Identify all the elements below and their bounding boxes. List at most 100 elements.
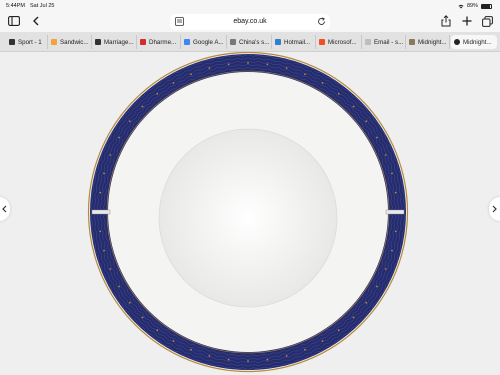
rim-gold-dot bbox=[208, 67, 211, 69]
page-content bbox=[0, 52, 500, 375]
hotmail-favicon bbox=[275, 39, 281, 45]
rim-gold-dot bbox=[172, 82, 175, 84]
tab-overview-button[interactable] bbox=[479, 13, 495, 29]
sidebar-button[interactable] bbox=[6, 13, 22, 29]
rim-marker-right bbox=[385, 209, 405, 215]
share-icon bbox=[441, 15, 451, 27]
status-indicators: 89% bbox=[458, 3, 492, 9]
rim-gold-dot bbox=[321, 82, 324, 84]
tab-label: Google A... bbox=[193, 38, 224, 46]
rim-gold-dot bbox=[391, 249, 393, 252]
rim-gold-dot bbox=[365, 120, 368, 123]
tab-sandwich[interactable]: Sandwic... bbox=[48, 35, 92, 49]
tab-label: Marriage... bbox=[104, 38, 134, 46]
rim-gold-dot bbox=[103, 249, 105, 252]
tab-label: Dharme... bbox=[149, 38, 177, 46]
status-time: 5:44PM bbox=[6, 3, 25, 9]
rim-gold-dot bbox=[156, 329, 159, 332]
back-button[interactable] bbox=[28, 13, 44, 29]
rim-gold-dot bbox=[118, 136, 120, 139]
rim-gold-dot bbox=[266, 358, 269, 361]
rim-gold-dot bbox=[337, 329, 340, 332]
chevron-right-icon bbox=[492, 205, 497, 213]
tab-sport[interactable]: Sport - 1 bbox=[6, 35, 48, 49]
midnight-favicon bbox=[409, 39, 415, 45]
battery-icon bbox=[481, 3, 492, 9]
rim-gold-dot bbox=[99, 191, 102, 194]
tab-label: China's s... bbox=[239, 38, 270, 46]
tab-label: Sport - 1 bbox=[18, 38, 42, 46]
rim-gold-dot bbox=[156, 92, 159, 95]
rim-gold-dot bbox=[99, 230, 102, 233]
tab-label: Microsof... bbox=[328, 38, 357, 46]
tab-midnight-active[interactable]: Midnight... bbox=[451, 35, 497, 49]
rim-gold-dot bbox=[141, 316, 144, 319]
chevron-left-icon bbox=[33, 16, 39, 26]
rim-gold-dot bbox=[109, 154, 112, 156]
rim-gold-dot bbox=[321, 340, 324, 342]
tab-label: Hotmail... bbox=[284, 38, 311, 46]
product-image[interactable] bbox=[0, 52, 500, 375]
tab-email[interactable]: Email - s... bbox=[362, 35, 406, 49]
rim-gold-dot bbox=[227, 358, 230, 361]
google-favicon bbox=[184, 39, 190, 45]
sport-favicon bbox=[9, 39, 15, 45]
rim-gold-dot bbox=[172, 340, 175, 342]
rim-gold-dot bbox=[304, 73, 306, 76]
battery-level bbox=[482, 4, 490, 8]
sandwich-favicon bbox=[51, 39, 57, 45]
status-date: Sat Jul 25 bbox=[30, 3, 55, 9]
plus-icon bbox=[462, 16, 472, 26]
china-favicon bbox=[230, 39, 236, 45]
battery-percent: 89% bbox=[466, 3, 478, 9]
rim-gold-dot bbox=[118, 285, 120, 288]
tab-marriage[interactable]: Marriage... bbox=[92, 35, 137, 49]
tab-china[interactable]: China's s... bbox=[227, 35, 272, 49]
close-tab-icon[interactable] bbox=[454, 39, 460, 45]
rim-gold-dot bbox=[384, 154, 387, 156]
rim-gold-dot bbox=[285, 67, 288, 69]
rim-gold-dot bbox=[247, 62, 249, 64]
rim-gold-dot bbox=[391, 172, 393, 175]
rim-gold-dot bbox=[190, 348, 192, 351]
reload-icon[interactable] bbox=[317, 17, 326, 26]
rim-gold-dot bbox=[384, 268, 387, 270]
tab-midnight[interactable]: Midnight... bbox=[406, 35, 450, 49]
microsoft-favicon bbox=[319, 39, 325, 45]
rim-gold-dot bbox=[394, 230, 397, 233]
address-bar[interactable]: ebay.co.uk bbox=[170, 14, 330, 30]
rim-gold-dot bbox=[103, 172, 105, 175]
new-tab-button[interactable] bbox=[459, 13, 475, 29]
chevron-left-icon bbox=[2, 205, 7, 213]
rim-gold-dot bbox=[266, 63, 269, 66]
rim-gold-dot bbox=[376, 285, 378, 288]
tab-label: Sandwic... bbox=[60, 38, 89, 46]
url-text[interactable]: ebay.co.uk bbox=[170, 18, 330, 25]
rim-gold-dot bbox=[352, 105, 355, 108]
tabs-icon bbox=[481, 15, 493, 27]
rim-gold-dot bbox=[285, 355, 288, 357]
tab-hotmail[interactable]: Hotmail... bbox=[272, 35, 316, 49]
rim-gold-dot bbox=[247, 360, 249, 362]
tab-dharme[interactable]: Dharme... bbox=[137, 35, 181, 49]
share-button[interactable] bbox=[438, 13, 454, 29]
rim-gold-dot bbox=[109, 268, 112, 270]
dharme-favicon bbox=[140, 39, 146, 45]
tab-label: Midnight... bbox=[418, 38, 447, 46]
tab-bar: Sport - 1 Sandwic... Marriage... Dharme.… bbox=[0, 32, 500, 52]
rim-gold-dot bbox=[352, 316, 355, 319]
tab-microsoft[interactable]: Microsof... bbox=[316, 35, 362, 49]
rim-gold-dot bbox=[190, 73, 192, 76]
plate-well bbox=[158, 128, 338, 308]
tab-label: Email - s... bbox=[374, 38, 404, 46]
status-bar: 5:44PM Sat Jul 25 89% bbox=[0, 0, 500, 12]
rim-marker-left bbox=[91, 209, 111, 215]
rim-gold-dot bbox=[394, 191, 397, 194]
email-favicon bbox=[365, 39, 371, 45]
rim-gold-dot bbox=[128, 301, 131, 304]
tab-label: Midnight... bbox=[463, 38, 492, 46]
rim-gold-dot bbox=[365, 301, 368, 304]
rim-gold-dot bbox=[208, 355, 211, 357]
marriage-favicon bbox=[95, 39, 101, 45]
tab-google[interactable]: Google A... bbox=[181, 35, 227, 49]
